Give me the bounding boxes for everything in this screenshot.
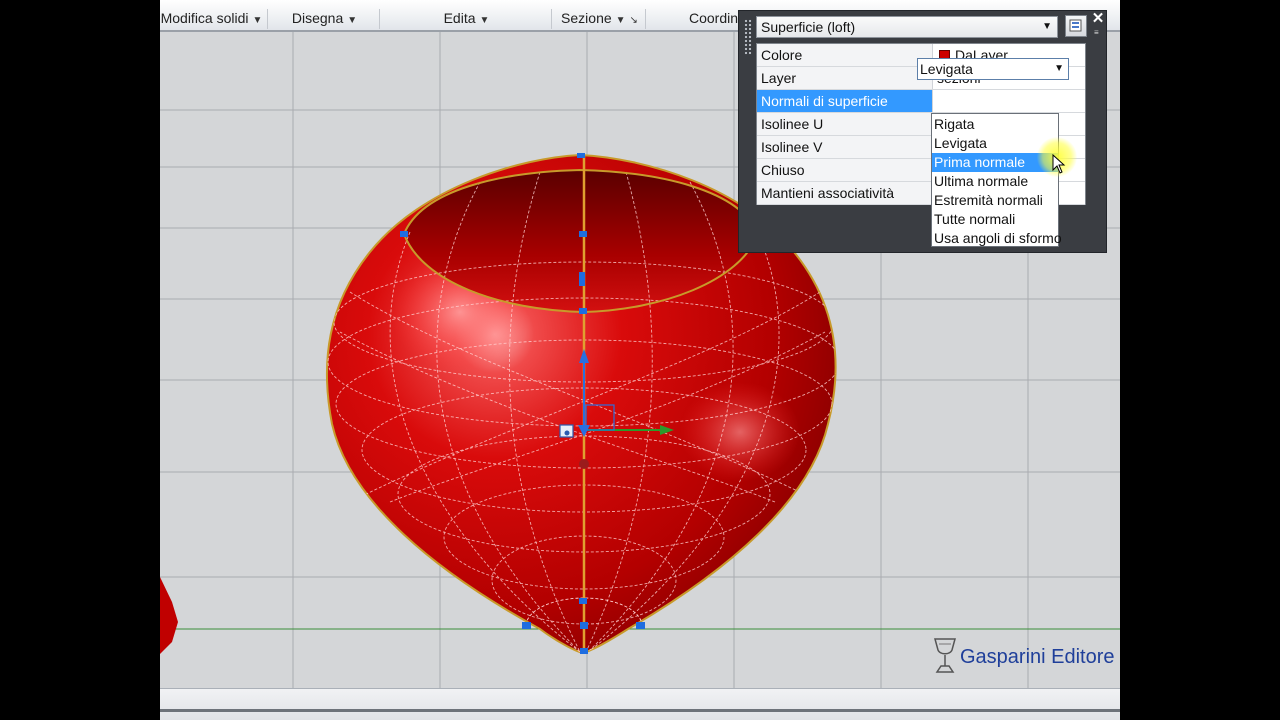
option-rigata[interactable]: Rigata [932, 115, 1058, 134]
object-type-value: Superficie (loft) [761, 19, 856, 35]
quick-select-button[interactable] [1065, 15, 1087, 37]
close-icon[interactable]: ✕ [1091, 11, 1105, 27]
mouse-pointer-icon [1052, 154, 1066, 174]
surface-normals-combobox[interactable]: Levigata ▼ [917, 58, 1069, 80]
property-label: Isolinee V [757, 136, 933, 158]
chalice-logo-icon [934, 638, 956, 673]
ribbon-panel-modifica-solidi[interactable]: Modifica solidi ▼ [160, 9, 268, 29]
chevron-down-icon: ▼ [252, 15, 263, 26]
ribbon-panel-label: Disegna [291, 10, 344, 26]
quick-select-icon [1069, 19, 1082, 32]
combobox-value: Levigata [920, 61, 973, 77]
palette-drag-handle[interactable] [744, 19, 752, 55]
surface-normals-dropdown-list: Rigata Levigata Prima normale Ultima nor… [931, 113, 1062, 248]
ribbon-panel-disegna[interactable]: Disegna ▼ [270, 9, 380, 29]
publisher-watermark: Gasparini Editore [930, 634, 1115, 678]
property-label: Normali di superficie [757, 90, 933, 112]
chevron-down-icon[interactable]: ▼ [1054, 59, 1064, 79]
option-estremita-normali[interactable]: Estremità normali [932, 191, 1058, 210]
ribbon-panel-label: Modifica solidi [160, 10, 249, 26]
ribbon-panel-label: Edita [443, 10, 476, 26]
publisher-name: Gasparini Editore [960, 646, 1115, 668]
object-type-selector[interactable]: Superficie (loft) ▼ [756, 16, 1058, 38]
ribbon-panel-edita[interactable]: Edita ▼ [382, 9, 552, 29]
option-tutte-normali[interactable]: Tutte normali [932, 210, 1058, 229]
dialog-launcher-icon[interactable]: ↘ [630, 15, 638, 26]
property-row-normali-di-superficie[interactable]: Normali di superficie [757, 90, 1085, 113]
chevron-down-icon: ▼ [479, 15, 490, 26]
ribbon-panel-label: Sezione [561, 10, 612, 26]
property-label: Colore [757, 44, 933, 66]
chevron-down-icon: ▼ [615, 15, 626, 26]
chevron-down-icon: ▼ [1042, 21, 1052, 32]
palette-options-icon[interactable]: ≡ [1094, 29, 1102, 37]
property-label: Mantieni associatività [757, 182, 933, 204]
property-label: Isolinee U [757, 113, 933, 135]
property-label: Chiuso [757, 159, 933, 181]
ribbon-panel-coordinate[interactable]: Coordin [648, 9, 748, 29]
partial-red-solid[interactable] [160, 577, 178, 654]
option-usa-angoli-di-sformo[interactable]: Usa angoli di sformo [932, 229, 1062, 248]
chevron-down-icon: ▼ [347, 15, 358, 26]
status-divider [160, 709, 1120, 712]
option-ultima-normale[interactable]: Ultima normale [932, 172, 1058, 191]
status-strip [160, 688, 1120, 720]
ribbon-panel-label: Coordin [689, 10, 739, 26]
ribbon-panel-sezione[interactable]: Sezione ▼ ↘ [554, 9, 646, 29]
property-label: Layer [757, 67, 933, 89]
